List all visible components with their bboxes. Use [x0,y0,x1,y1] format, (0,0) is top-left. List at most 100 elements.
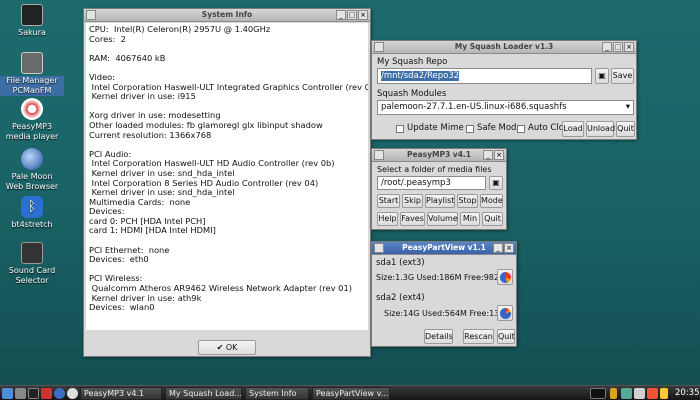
system-info-text-area[interactable]: CPU: Intel(R) Celeron(R) 2957U @ 1.40GHz… [86,23,368,330]
info-line: Devices: wlan0 [89,302,155,313]
info-line [89,63,365,73]
stop-button[interactable]: Stop [457,194,478,208]
desktop-icon-label: File Manager PCManFM [0,76,64,96]
volume-button[interactable]: Volume [427,212,458,226]
desktop-icon-pale-moon[interactable]: Pale Moon Web Browser [0,148,64,192]
volume-icon[interactable] [634,388,645,399]
minimize-icon[interactable]: _ [336,10,346,20]
repo-input[interactable]: /mnt/sda2/Repo32 [377,68,592,84]
close-icon[interactable]: × [624,42,634,52]
help-button[interactable]: Help [377,212,398,226]
quit-button[interactable]: Quit [482,212,503,226]
sda2-stats: Size:14G Used:564M Free:13G [384,309,506,318]
task-squash-loader[interactable]: My Squash Load... [165,387,242,400]
pie-chart-icon [499,308,511,319]
close-icon[interactable]: × [504,243,514,253]
power-icon[interactable] [647,388,658,399]
ok-button[interactable]: ✔ OK [198,340,256,355]
close-icon[interactable]: × [494,150,504,160]
safe-mode-label: Safe Mode [477,123,522,133]
window-menu-icon[interactable] [374,150,384,160]
task-partview[interactable]: PeasyPartView v... [312,387,390,400]
mode-button[interactable]: Mode [480,194,503,208]
network-icon[interactable] [621,388,632,399]
show-desktop-icon[interactable] [15,388,26,399]
minimize-icon[interactable]: _ [493,243,503,253]
playlist-button[interactable]: Playlist [425,194,455,208]
info-line: Cores: 2 [89,33,126,44]
folder-input[interactable]: /root/.peasymp3 [377,176,486,190]
load-button[interactable]: Load [562,121,584,137]
info-line: Multimedia Cards: none [89,196,191,207]
update-mime-checkbox[interactable] [396,125,404,133]
desktop-icon-bt4stretch[interactable]: ᛒ bt4stretch [0,196,64,230]
sda2-pie-button[interactable] [497,305,513,321]
terminal-icon [21,4,43,26]
desktop-icon-label-2: Web Browser [5,182,59,191]
desktop-icon-sound-card[interactable]: Sound Card Selector [0,242,64,286]
window-title: PeasyMP3 v4.1 [407,150,471,159]
minimize-icon[interactable]: _ [602,42,612,52]
auto-close-checkbox[interactable] [517,125,525,133]
task-peasymp3[interactable]: PeasyMP3 v4.1 [80,387,162,400]
system-info-titlebar[interactable]: System Info _ □ × [84,9,370,22]
browse-folder-button[interactable]: ▣ [595,68,609,84]
desktop-icon-label: bt4stretch [11,220,53,229]
window-title: My Squash Loader v1.3 [454,42,554,51]
media-player-icon [21,98,43,120]
browser-icon [21,148,43,170]
desktop-icon-label: Sakura [18,28,46,37]
peasymp3-window: PeasyMP3 v4.1 _ × Select a folder of med… [371,148,507,230]
faves-button[interactable]: Faves [400,212,425,226]
info-line: Devices: eth0 [89,254,149,265]
minimize-icon[interactable]: _ [483,150,493,160]
window-menu-icon[interactable] [374,243,384,253]
modules-select[interactable]: palemoon-27.7.1.en-US.linux-i686.squashf… [377,100,634,115]
info-line: Current resolution: 1366x768 [89,129,212,140]
desktop-icon-label-2: Selector [15,276,49,285]
sda1-stats: Size:1.3G Used:186M Free:982M [376,273,506,282]
browser-icon[interactable] [54,388,65,399]
peasymp3-titlebar[interactable]: PeasyMP3 v4.1 _ × [372,149,506,162]
window-menu-icon[interactable] [86,10,96,20]
maximize-icon[interactable]: □ [613,42,623,52]
safe-mode-checkbox[interactable] [466,125,474,133]
partview-titlebar[interactable]: PeasyPartView v1.1 _ × [372,242,516,255]
start-menu-icon[interactable] [2,388,13,399]
start-button[interactable]: Start [377,194,400,208]
folder-label: Select a folder of media files [377,165,492,174]
window-title: PeasyPartView v1.1 [402,243,486,252]
battery-icon[interactable] [610,388,617,399]
info-line: Kernel driver in use: i915 [89,91,196,102]
squash-loader-titlebar[interactable]: My Squash Loader v1.3 _ □ × [372,41,636,54]
desktop-icon-peasymp3[interactable]: PeasyMP3 media player [0,98,64,142]
details-button[interactable]: Details [424,329,453,344]
desktop-icon-file-manager[interactable]: File Manager PCManFM [0,52,64,96]
chevron-down-icon: ▾ [625,102,630,112]
task-system-info[interactable]: System Info [245,387,309,400]
terminal-icon[interactable] [28,388,39,399]
window-menu-icon[interactable] [374,42,384,52]
clock[interactable]: 20:35 [675,388,700,398]
desktop-icon-sakura[interactable]: Sakura [0,4,64,38]
rescan-button[interactable]: Rescan [463,329,494,344]
quit-button[interactable]: Quit [497,329,515,344]
sda1-pie-button[interactable] [497,269,513,285]
window-title: System Info [201,10,253,19]
repo-label: My Squash Repo [377,57,448,67]
file-manager-icon[interactable] [41,388,52,399]
squash-loader-window: My Squash Loader v1.3 _ □ × My Squash Re… [371,40,637,140]
sda2-label: sda2 (ext4) [376,293,425,303]
quit-button[interactable]: Quit [616,121,635,137]
system-info-window: System Info _ □ × CPU: Intel(R) Celeron(… [83,8,371,357]
unload-button[interactable]: Unload [586,121,615,137]
media-player-icon[interactable] [67,388,78,399]
maximize-icon[interactable]: □ [347,10,357,20]
close-icon[interactable]: × [358,10,368,20]
desktop-icon-label: PeasyMP3 [11,122,53,131]
save-button[interactable]: Save [611,68,634,84]
skip-button[interactable]: Skip [402,194,423,208]
min-button[interactable]: Min [460,212,480,226]
bluetooth-icon: ᛒ [21,196,43,218]
browse-folder-button[interactable]: ▣ [489,176,503,190]
